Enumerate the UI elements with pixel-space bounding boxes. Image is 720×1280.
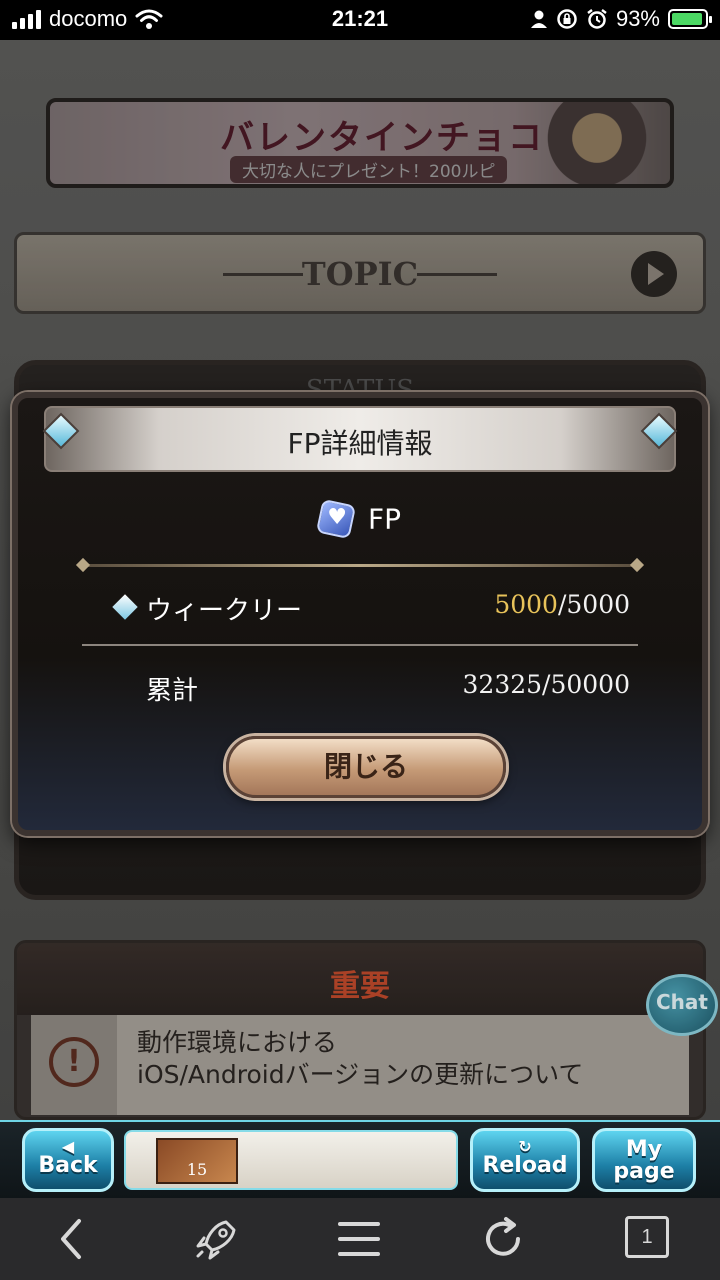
rocket-icon <box>196 1220 236 1260</box>
browser-reload-button[interactable] <box>478 1216 528 1262</box>
total-row: 累計 32325/50000 <box>82 666 638 710</box>
fp-heart-icon <box>315 498 357 540</box>
event-thumbnail: 15 <box>156 1138 238 1184</box>
reload-label: Reload <box>482 1153 568 1178</box>
game-nav-bar: ◀ Back 15 ↻ Reload My page <box>0 1120 720 1198</box>
browser-toolbar: 1 <box>0 1198 720 1280</box>
weekly-current: 5000 <box>494 590 558 619</box>
battery-percent: 93% <box>615 6 660 31</box>
mypage-label-2: page <box>613 1159 675 1184</box>
total-value: 32325/50000 <box>462 670 630 699</box>
total-label: 累計 <box>146 676 199 706</box>
battery-charging-icon <box>668 9 712 29</box>
mypage-button[interactable]: My page <box>592 1128 696 1192</box>
dialog-title: FP詳細情報 <box>287 427 433 460</box>
fp-label: FP <box>368 502 402 536</box>
close-button[interactable]: 閉じる <box>226 736 506 798</box>
weekly-label: ウィークリー <box>146 596 303 626</box>
chevron-left-icon <box>61 1219 81 1259</box>
status-strip[interactable]: 15 <box>124 1130 458 1190</box>
alarm-icon <box>587 9 607 29</box>
weekly-row: ウィークリー 5000/5000 <box>82 586 638 630</box>
ornate-divider <box>82 564 638 567</box>
menu-button[interactable] <box>334 1216 384 1262</box>
back-label: Back <box>38 1153 98 1178</box>
browser-back-button[interactable] <box>48 1216 98 1262</box>
fp-detail-dialog: FP詳細情報 FP ウィークリー 5000/5000 累計 32325/5000… <box>12 392 708 836</box>
back-button[interactable]: ◀ Back <box>22 1128 114 1192</box>
weekly-value: 5000/5000 <box>494 590 630 619</box>
diamond-bullet-icon <box>112 594 138 620</box>
rotation-lock-icon <box>557 9 577 29</box>
person-icon <box>530 10 547 28</box>
status-bar: docomo 21:21 93% <box>0 0 720 40</box>
hamburger-menu-icon <box>338 1222 380 1256</box>
tab-count: 1 <box>625 1216 669 1258</box>
weekly-max: /5000 <box>557 590 630 619</box>
mypage-label-1: My <box>625 1137 663 1162</box>
status-right: 93% <box>530 6 712 32</box>
divider <box>82 644 638 646</box>
reload-button[interactable]: ↻ Reload <box>470 1128 580 1192</box>
fp-heading: FP <box>18 498 702 540</box>
tabs-button[interactable]: 1 <box>622 1216 672 1262</box>
dialog-header: FP詳細情報 <box>44 406 676 472</box>
rocket-button[interactable] <box>190 1216 240 1262</box>
refresh-icon <box>486 1217 520 1256</box>
